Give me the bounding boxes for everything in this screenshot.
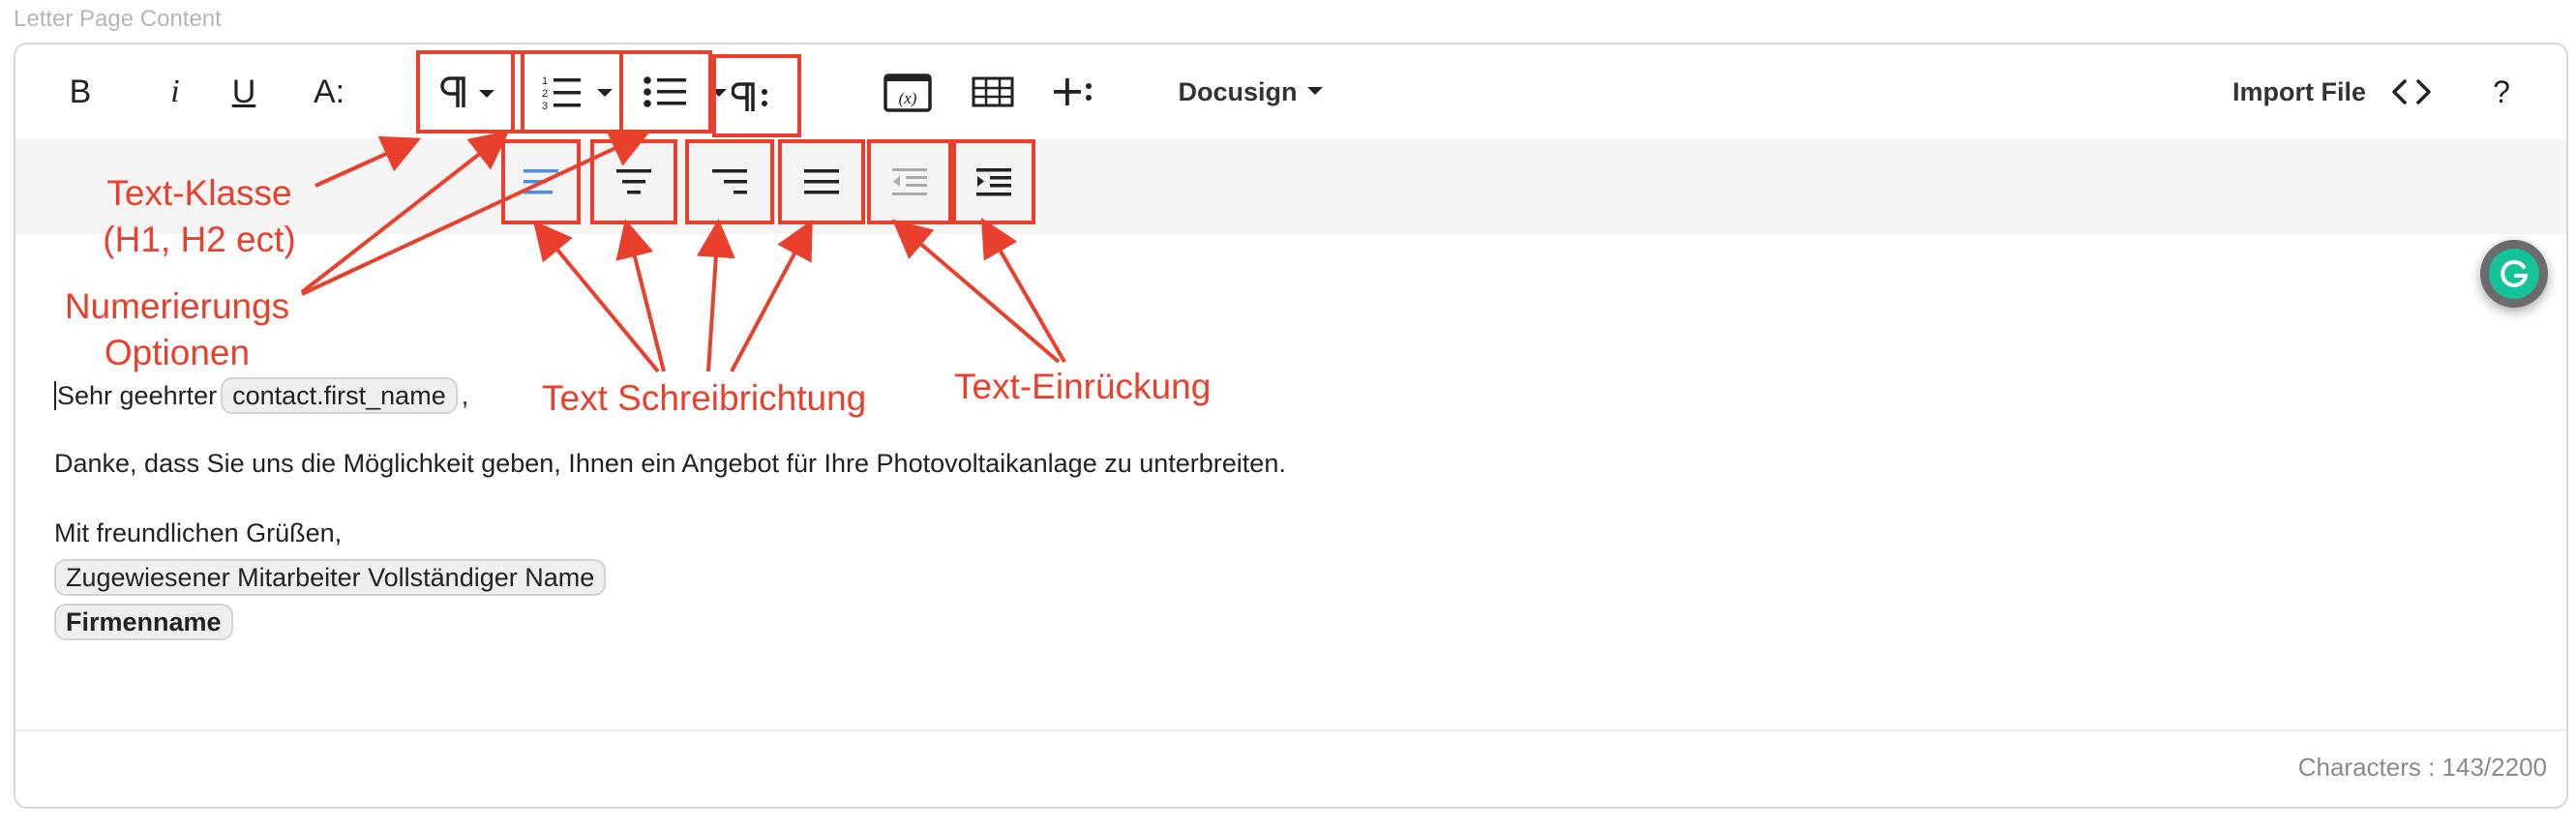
insert-more-button[interactable] [1045,66,1103,118]
character-count: Characters : 143/2200 [2297,753,2547,782]
footer-divider [15,729,2566,731]
greeting-line: Sehr geehrter contact.first_name , [54,377,468,414]
company-line: Firmenname [54,604,233,640]
employee-line: Zugewiesener Mitarbeiter Vollständiger N… [54,559,607,596]
bullet-list-icon [644,76,686,107]
grammarly-button[interactable] [2480,240,2548,308]
svg-text:1: 1 [542,75,548,87]
paragraph-style-button[interactable] [712,54,801,137]
paragraph-format-button[interactable] [416,50,524,133]
indent-button[interactable] [952,139,1035,224]
employee-name-variable[interactable]: Zugewiesener Mitarbeiter Vollständiger N… [54,559,607,596]
caret-down-icon [597,89,613,97]
toolbar-top: B i U A: 1 2 3 (x) Docusign Import File … [15,44,2566,139]
help-button[interactable]: ? [2477,68,2526,116]
indent-icon [976,168,1011,196]
paragraph-style-icon [732,82,767,111]
annotation-indent: Text-Einrückung [954,367,1212,406]
svg-text:(x): (x) [899,89,917,107]
align-right-button[interactable] [685,139,774,224]
align-left-icon [524,169,558,194]
field-label: Letter Page Content [14,6,222,32]
italic-button[interactable]: i [151,68,199,116]
import-file-label: Import File [2232,76,2366,106]
company-name-variable[interactable]: Firmenname [54,604,233,640]
code-view-button[interactable] [2384,68,2439,116]
outdent-button[interactable] [867,139,952,224]
ordered-list-icon: 1 2 3 [542,75,581,111]
bold-button[interactable]: B [56,68,105,116]
closing-text: Mit freundlichen Grüßen, [54,518,343,547]
align-left-button[interactable] [501,139,581,224]
annotation-numbering: Numerierungs Optionen [64,286,290,372]
ordered-list-dropdown[interactable] [590,79,619,108]
toolbar-alignment-row [15,139,2566,234]
insert-table-button[interactable] [964,68,1022,116]
annotation-writing-direction: Text Schreibrichtung [542,378,867,418]
caret-down-icon [1306,87,1323,95]
align-justify-icon [804,169,839,194]
align-center-icon [616,169,651,194]
outdent-icon [892,168,927,195]
svg-text:3: 3 [542,101,548,111]
greeting-text: Sehr geehrter [57,380,218,410]
font-size-button[interactable]: A: [300,68,358,116]
annotation-text-class: Text-Klasse (H1, H2 ect) [103,173,296,259]
import-file-button[interactable]: Import File [2222,68,2377,116]
docusign-menu-button[interactable]: Docusign [1173,68,1328,116]
rich-text-editor: B i U A: 1 2 3 (x) Docusign Import File … [14,43,2568,809]
underline-button[interactable]: U [215,68,273,116]
variable-icon: (x) [884,74,932,112]
table-icon [972,76,1014,107]
align-justify-button[interactable] [778,139,865,224]
pilcrow-icon [440,76,494,107]
docusign-label: Docusign [1178,76,1298,106]
insert-variable-button[interactable]: (x) [877,66,939,120]
grammarly-icon [2501,259,2529,287]
text-caret [54,381,56,410]
closing-line: Mit freundlichen Grüßen, [54,518,342,548]
plus-more-icon [1054,78,1092,105]
align-right-icon [712,169,747,194]
svg-text:2: 2 [542,88,548,100]
greeting-suffix: , [461,380,469,410]
code-icon [2392,79,2431,104]
unordered-list-button[interactable] [619,50,712,133]
paragraph-text: Danke, dass Sie uns die Möglichkeit gebe… [54,449,1286,478]
paragraph-line: Danke, dass Sie uns die Möglichkeit gebe… [54,449,1286,479]
contact-first-name-variable[interactable]: contact.first_name [221,377,458,414]
align-center-button[interactable] [590,139,677,224]
